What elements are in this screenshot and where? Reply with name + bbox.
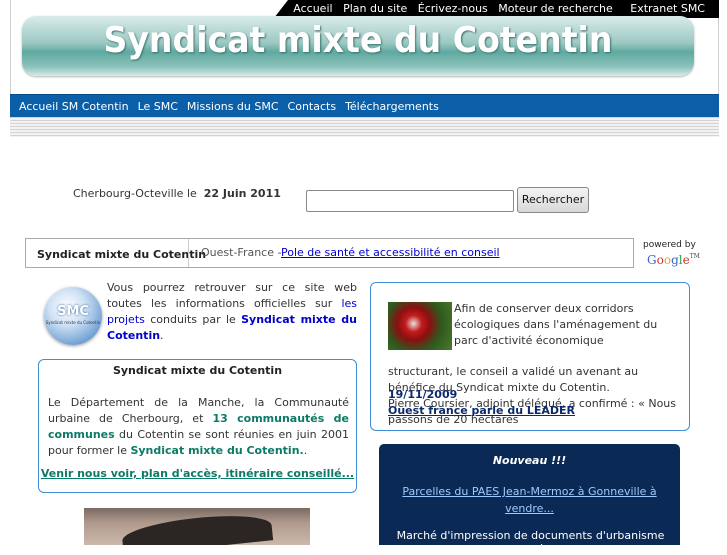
intro-paragraph: Vous pourrez retrouver sur ce site web t… — [107, 280, 357, 344]
nav-item-le-smc[interactable]: Le SMC — [138, 100, 178, 113]
search-button[interactable]: Rechercher — [517, 187, 589, 213]
nouveau-box: Nouveau !!! Parcelles du PAES Jean-Mermo… — [379, 444, 680, 555]
access-plan-link[interactable]: Venir nous voir, plan d'accès, itinérair… — [39, 467, 356, 480]
google-logo: GoogleTM — [647, 253, 700, 267]
nouveau-title: Nouveau !!! — [492, 454, 567, 467]
presentation-title: Syndicat mixte du Cotentin — [112, 364, 283, 377]
logo-text: SMC — [57, 304, 89, 319]
top-link-extranet[interactable]: Extranet SMC — [630, 2, 705, 15]
logo-subtext: Syndicat mixte du Cotentin — [45, 320, 101, 325]
nav-item-contacts[interactable]: Contacts — [288, 100, 337, 113]
current-date: 22 Juin 2011 — [203, 187, 281, 200]
nav-item-missions[interactable]: Missions du SMC — [187, 100, 279, 113]
intro-end: . — [160, 329, 164, 342]
news-panel: Afin de conserver deux corridors écologi… — [370, 282, 690, 431]
nav-item-accueil[interactable]: Accueil SM Cotentin — [19, 100, 129, 113]
news-title-link[interactable]: Ouest france parle du LEADER — [388, 404, 575, 417]
smc-logo[interactable]: SMC Syndicat mixte du Cotentin — [44, 287, 102, 345]
date-prefix: Cherbourg-Octeville le — [73, 187, 197, 200]
top-link-accueil[interactable]: Accueil — [293, 2, 332, 15]
top-link-moteur-de-recherche[interactable]: Moteur de recherche — [498, 2, 612, 15]
bottom-photo — [84, 508, 310, 545]
intro-text-2: conduits par le — [150, 313, 236, 326]
powered-by-text: powered by — [643, 240, 696, 250]
news-text-1: Afin de conserver deux corridors écologi… — [454, 302, 658, 347]
date-line: Cherbourg-Octeville le 22 Juin 2011 — [73, 187, 281, 200]
intro-text-1: Vous pourrez retrouver sur ce site web t… — [107, 281, 357, 310]
ticker-label: Syndicat mixte du Cotentin — [37, 248, 207, 261]
photo-subject — [120, 510, 274, 545]
smc-presentation-link[interactable]: Syndicat mixte du Cotentin. — [130, 444, 303, 457]
presentation-end: . — [303, 444, 308, 457]
flower-image — [388, 302, 452, 350]
presentation-body: Le Département de la Manche, la Communau… — [48, 395, 349, 459]
nav-item-telechargements[interactable]: Téléchargements — [345, 100, 439, 113]
top-link-ecrivez-nous[interactable]: Écrivez-nous — [418, 2, 488, 15]
search-input[interactable] — [306, 190, 514, 212]
top-link-plan-du-site[interactable]: Plan du site — [343, 2, 407, 15]
main-nav: Accueil SM Cotentin Le SMC Missions du SMC… — [10, 94, 719, 117]
header-banner: Syndicat mixte du Cotentin — [22, 16, 694, 76]
ticker-divider — [188, 239, 189, 267]
decorative-stripes — [10, 117, 719, 137]
site-title: Syndicat mixte du Cotentin — [103, 20, 613, 61]
marche-text: Marché d'impression de documents d'urban… — [396, 529, 665, 555]
news-ticker: Syndicat mixte du Cotentin Ouest-France … — [25, 238, 634, 268]
page-frame-left — [10, 0, 11, 95]
parcelles-link[interactable]: Parcelles du PAES Jean-Mermoz à Gonnevil… — [389, 483, 670, 517]
top-links: Accueil Plan du site Écrivez-nous Moteur… — [286, 2, 705, 15]
presentation-box: Syndicat mixte du Cotentin Le Départemen… — [38, 359, 357, 493]
ticker-headline-link[interactable]: Pole de santé et accessibilité en consei… — [281, 246, 500, 259]
ticker-source: Ouest-France - — [201, 246, 282, 259]
news-date: 19/11/2009 — [388, 388, 458, 401]
